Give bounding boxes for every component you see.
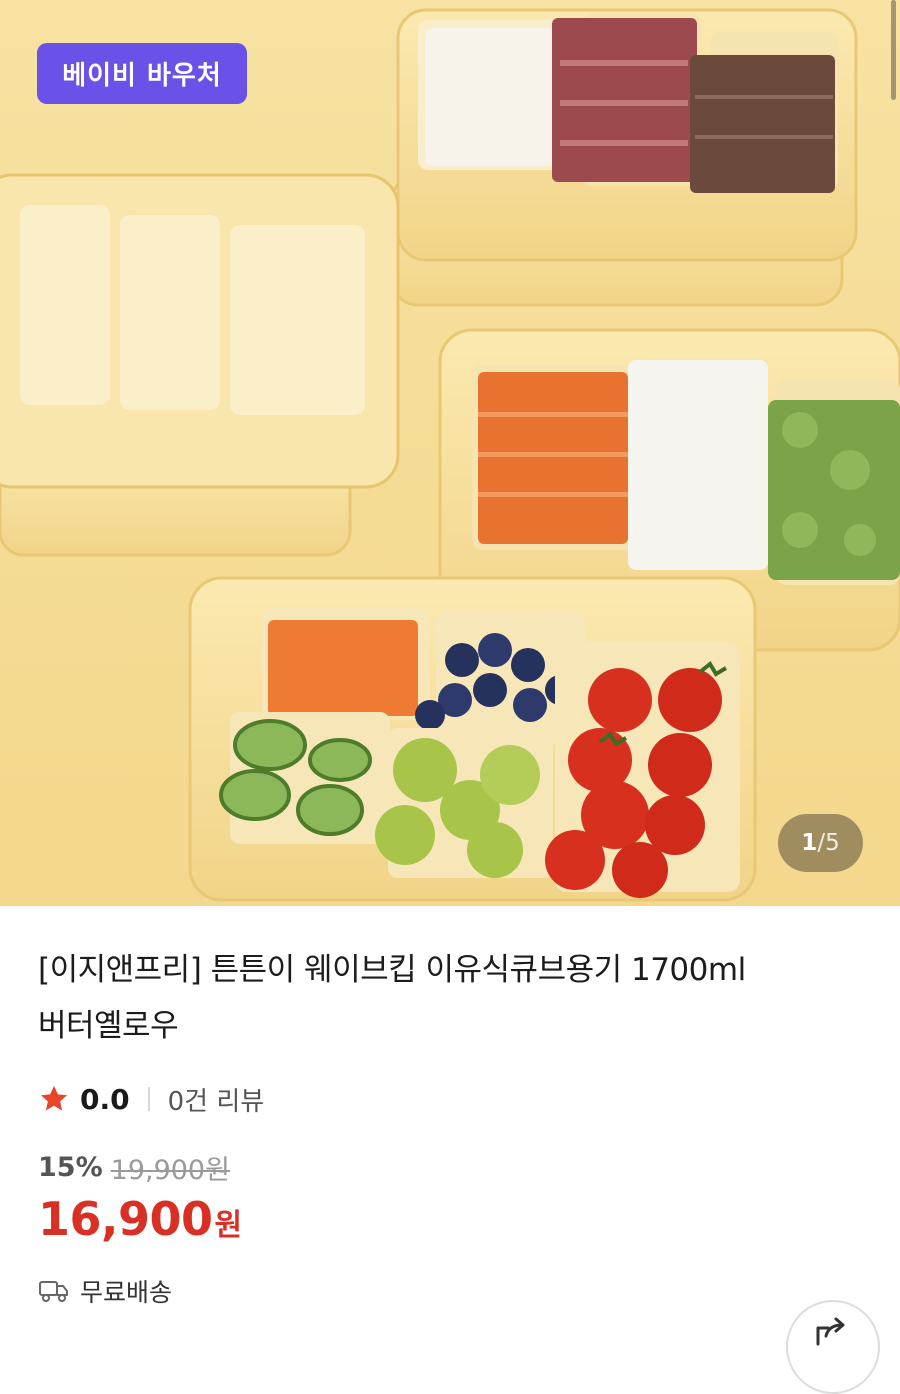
shipping-label: 무료배송	[80, 1278, 173, 1307]
image-counter-total: 5	[825, 830, 840, 856]
original-price: 19,900원	[110, 1154, 230, 1186]
price-original-row: 15% 19,900원	[38, 1148, 230, 1186]
sale-price-unit: 원	[214, 1208, 243, 1243]
share-button[interactable]	[786, 1300, 880, 1394]
sale-price-row: 16,900 원	[38, 1192, 242, 1252]
baby-voucher-badge: 베이비 바우처	[37, 43, 247, 104]
sale-price: 16,900	[38, 1192, 213, 1246]
review-count-link[interactable]: 0건 리뷰	[168, 1081, 265, 1118]
shipping-row: 무료배송	[38, 1272, 172, 1310]
share-icon	[816, 1317, 845, 1346]
product-title-line1: [이지앤프리] 튼튼이 웨이브킵 이유식큐브용기 1700ml	[38, 952, 746, 988]
rating-divider	[147, 1087, 150, 1111]
image-counter-separator: /	[817, 830, 826, 856]
product-title: [이지앤프리] 튼튼이 웨이브킵 이유식큐브용기 1700ml 버터옐로우	[38, 942, 868, 1054]
star-icon	[40, 1085, 68, 1111]
rating-score: 0.0	[80, 1082, 130, 1116]
product-title-line2: 버터옐로우	[38, 1008, 179, 1044]
product-photo	[0, 8, 900, 902]
product-info: [이지앤프리] 튼튼이 웨이브킵 이유식큐브용기 1700ml 버터옐로우	[38, 942, 868, 1054]
rating-row[interactable]: 0.0 0건 리뷰	[38, 1078, 264, 1120]
image-counter: 1 / 5	[778, 814, 863, 872]
truck-icon	[39, 1281, 68, 1302]
discount-rate: 15%	[38, 1151, 103, 1183]
product-image-carousel[interactable]: 베이비 바우처 1 / 5	[0, 0, 900, 906]
page-scrollbar[interactable]	[891, 0, 896, 100]
image-counter-current: 1	[801, 830, 818, 856]
